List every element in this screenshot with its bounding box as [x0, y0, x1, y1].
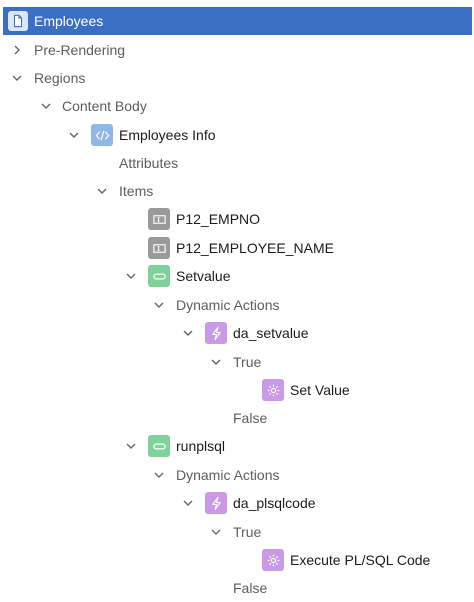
- chevron-down-icon[interactable]: [66, 127, 82, 143]
- tree-node-employees[interactable]: Employees: [3, 7, 472, 35]
- tree-label-execute-plsql-code: Execute PL/SQL Code: [290, 552, 431, 568]
- tree-node-items[interactable]: Items: [0, 177, 474, 205]
- chevron-down-icon[interactable]: [94, 183, 110, 199]
- tree-label-true: True: [233, 524, 262, 540]
- tree-node-da-plsqlcode[interactable]: da_plsqlcode: [0, 489, 474, 517]
- chevron-down-icon[interactable]: [151, 467, 167, 483]
- tree-label-dynamic-actions: Dynamic Actions: [176, 297, 280, 313]
- tree-node-true[interactable]: True: [0, 348, 474, 376]
- tree-label-false: False: [233, 410, 268, 426]
- gear-icon: [262, 549, 284, 571]
- button-icon: [148, 435, 170, 457]
- text-field-icon: [148, 208, 170, 230]
- tree-node-runplsql[interactable]: runplsql: [0, 432, 474, 460]
- tree-label-da-setvalue: da_setvalue: [233, 325, 309, 341]
- gear-icon: [262, 379, 284, 401]
- tree-node-attributes[interactable]: Attributes: [0, 149, 474, 177]
- lightning-icon: [205, 322, 227, 344]
- tree-node-employees-info[interactable]: Employees Info: [0, 121, 474, 149]
- tree-label-p12-empno: P12_EMPNO: [176, 211, 261, 227]
- tree-label-content-body: Content Body: [62, 98, 147, 114]
- tree-node-content-body[interactable]: Content Body: [0, 92, 474, 120]
- tree-node-false[interactable]: False: [0, 574, 474, 602]
- chevron-down-icon[interactable]: [123, 438, 139, 454]
- tree-label-employees: Employees: [34, 13, 104, 29]
- chevron-down-icon[interactable]: [208, 354, 224, 370]
- button-icon: [148, 265, 170, 287]
- region-code-icon: [91, 124, 113, 146]
- tree-label-runplsql: runplsql: [176, 438, 226, 454]
- lightning-icon: [205, 492, 227, 514]
- tree-label-da-plsqlcode: da_plsqlcode: [233, 495, 316, 511]
- chevron-down-icon[interactable]: [151, 297, 167, 313]
- tree-node-dynamic-actions[interactable]: Dynamic Actions: [0, 291, 474, 319]
- tree-label-true: True: [233, 354, 262, 370]
- tree-node-setvalue[interactable]: Setvalue: [0, 262, 474, 290]
- tree-label-set-value: Set Value: [290, 382, 350, 398]
- tree-node-p12-empno[interactable]: P12_EMPNO: [0, 205, 474, 233]
- tree-label-dynamic-actions: Dynamic Actions: [176, 467, 280, 483]
- chevron-down-icon[interactable]: [38, 98, 54, 114]
- chevron-right-icon[interactable]: [9, 42, 25, 58]
- tree-label-employees-info: Employees Info: [119, 127, 216, 143]
- tree-label-attributes: Attributes: [119, 155, 179, 171]
- tree-label-items: Items: [119, 183, 154, 199]
- chevron-down-icon[interactable]: [180, 495, 196, 511]
- page-icon: [8, 11, 28, 31]
- tree-label-pre-rendering: Pre-Rendering: [34, 42, 126, 58]
- tree-node-execute-plsql-code[interactable]: Execute PL/SQL Code: [0, 546, 474, 574]
- tree-node-da-setvalue[interactable]: da_setvalue: [0, 319, 474, 347]
- tree-label-false: False: [233, 580, 268, 596]
- tree-node-true[interactable]: True: [0, 518, 474, 546]
- tree-node-regions[interactable]: Regions: [0, 64, 474, 92]
- text-field-icon: [148, 237, 170, 259]
- chevron-down-icon[interactable]: [180, 325, 196, 341]
- tree-node-set-value[interactable]: Set Value: [0, 376, 474, 404]
- chevron-down-icon[interactable]: [9, 70, 25, 86]
- chevron-down-icon[interactable]: [123, 268, 139, 284]
- tree-node-false[interactable]: False: [0, 404, 474, 432]
- chevron-down-icon[interactable]: [208, 524, 224, 540]
- tree-node-dynamic-actions[interactable]: Dynamic Actions: [0, 461, 474, 489]
- tree-node-p12-employee-name[interactable]: P12_EMPLOYEE_NAME: [0, 234, 474, 262]
- tree-label-regions: Regions: [34, 70, 86, 86]
- tree-node-pre-rendering[interactable]: Pre-Rendering: [0, 36, 474, 64]
- tree-label-p12-employee-name: P12_EMPLOYEE_NAME: [176, 240, 334, 256]
- tree-label-setvalue: Setvalue: [176, 268, 231, 284]
